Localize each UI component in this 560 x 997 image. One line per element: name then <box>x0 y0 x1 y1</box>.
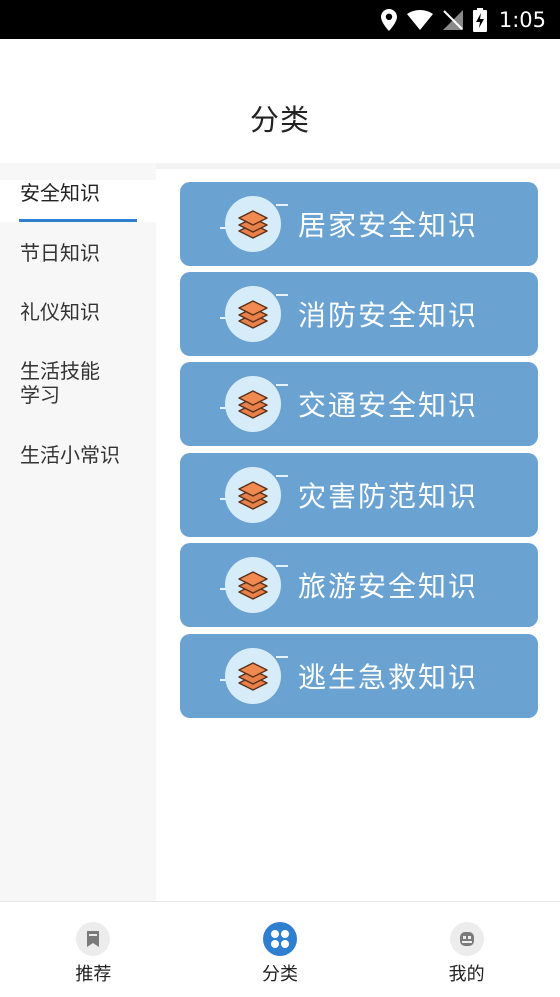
status-bar: 1:05 <box>0 0 560 39</box>
sidebar-item-label: 节日知识 <box>20 241 100 265</box>
category-card-travel-safety[interactable]: 旅游安全知识 <box>180 543 538 627</box>
tab-label: 我的 <box>448 964 485 985</box>
category-label: 交通安全知识 <box>298 389 479 422</box>
sidebar-item-life-tips[interactable]: 生活小常识 <box>0 443 156 467</box>
category-label: 旅游安全知识 <box>298 570 479 603</box>
layers-icon <box>225 376 281 432</box>
category-card-traffic-safety[interactable]: 交通安全知识 <box>180 362 538 446</box>
category-card-fire-safety[interactable]: 消防安全知识 <box>180 272 538 356</box>
layers-icon <box>225 286 281 342</box>
sidebar-item-life-skills[interactable]: 生活技能学习 <box>0 359 130 407</box>
layers-icon <box>225 648 281 704</box>
sidebar-item-label: 安全知识 <box>20 181 100 205</box>
category-list: 居家安全知识 消防安全知识 交通安全知识 灾害防范知识 旅游安全知识 逃生急救知… <box>156 163 560 901</box>
sidebar-item-etiquette[interactable]: 礼仪知识 <box>0 300 156 324</box>
category-card-escape-first-aid[interactable]: 逃生急救知识 <box>180 634 538 718</box>
sidebar-item-festivals[interactable]: 节日知识 <box>0 241 156 265</box>
category-label: 居家安全知识 <box>298 209 479 242</box>
status-time: 1:05 <box>498 7 546 32</box>
sidebar-item-label: 生活小常识 <box>20 443 120 467</box>
category-label: 逃生急救知识 <box>298 661 479 694</box>
page-title: 分类 <box>249 103 310 137</box>
layers-icon <box>225 557 281 613</box>
active-indicator <box>19 219 137 222</box>
category-card-home-safety[interactable]: 居家安全知识 <box>180 182 538 266</box>
page-header: 分类 <box>0 39 560 163</box>
layers-icon <box>225 467 281 523</box>
layers-icon <box>225 196 281 252</box>
category-card-disaster-prevention[interactable]: 灾害防范知识 <box>180 453 538 537</box>
bottom-tab-bar: 推荐 分类 我的 <box>0 901 560 997</box>
battery-charging-icon <box>472 7 487 32</box>
location-icon <box>380 8 397 31</box>
category-label: 灾害防范知识 <box>298 480 479 513</box>
category-sidebar: 安全知识 节日知识 礼仪知识 生活技能学习 生活小常识 <box>0 163 156 901</box>
sidebar-item-label: 礼仪知识 <box>20 300 100 324</box>
bookmark-icon <box>76 922 111 956</box>
tab-label: 推荐 <box>75 964 112 985</box>
tab-profile[interactable]: 我的 <box>373 902 560 997</box>
grid-icon <box>263 922 297 956</box>
wifi-icon <box>406 9 433 30</box>
sidebar-item-label: 生活技能学习 <box>20 359 100 407</box>
sidebar-item-safety[interactable]: 安全知识 <box>0 180 156 222</box>
tab-category[interactable]: 分类 <box>187 902 374 997</box>
profile-icon <box>449 922 484 956</box>
no-signal-icon <box>442 9 463 30</box>
tab-recommend[interactable]: 推荐 <box>0 902 187 997</box>
category-label: 消防安全知识 <box>298 299 479 332</box>
tab-label: 分类 <box>262 964 298 985</box>
